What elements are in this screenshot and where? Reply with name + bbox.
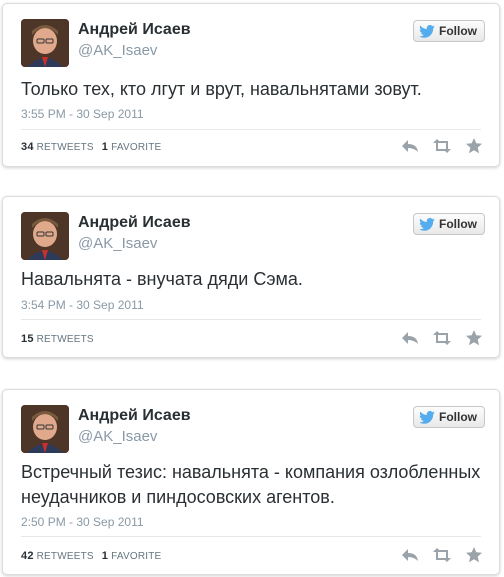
reply-icon[interactable] <box>401 138 419 154</box>
tweet-stats: 15 RETWEETS <box>21 333 94 345</box>
divider <box>21 319 481 320</box>
divider <box>21 129 481 130</box>
follow-button[interactable]: Follow <box>413 20 485 42</box>
tweet-stats: 34 RETWEETS 1 FAVORITE <box>21 141 161 153</box>
tweet-actions <box>401 547 483 563</box>
avatar[interactable] <box>21 405 69 453</box>
tweet-actions <box>401 138 483 154</box>
author-name[interactable]: Андрей Исаев <box>78 21 191 39</box>
tweet-card: Андрей Исаев @AK_Isaev Follow Только тех… <box>2 3 500 167</box>
tweet-stats: 42 RETWEETS 1 FAVORITE <box>21 550 161 562</box>
tweet-timestamp[interactable]: 2:50 PM - 30 Sep 2011 <box>21 515 144 529</box>
tweet-card: Андрей Исаев @AK_Isaev Follow Встречный … <box>2 389 500 575</box>
retweet-icon[interactable] <box>433 138 451 154</box>
author-handle[interactable]: @AK_Isaev <box>78 235 157 252</box>
reply-icon[interactable] <box>401 330 419 346</box>
tweet-card: Андрей Исаев @AK_Isaev Follow Навальнята… <box>2 196 500 358</box>
retweets-stat[interactable]: 34 RETWEETS <box>21 141 94 153</box>
author-handle[interactable]: @AK_Isaev <box>78 428 157 445</box>
retweet-icon[interactable] <box>433 547 451 563</box>
retweets-stat[interactable]: 42 RETWEETS <box>21 550 94 562</box>
twitter-bird-icon <box>419 410 435 424</box>
tweet-timestamp[interactable]: 3:55 PM - 30 Sep 2011 <box>21 107 144 121</box>
twitter-bird-icon <box>419 24 435 38</box>
divider <box>21 536 481 537</box>
author-name[interactable]: Андрей Исаев <box>78 214 191 232</box>
tweet-text: Только тех, кто лгут и врут, навальнятам… <box>21 79 422 99</box>
tweet-timestamp[interactable]: 3:54 PM - 30 Sep 2011 <box>21 298 144 312</box>
tweet-actions <box>401 330 483 346</box>
retweet-icon[interactable] <box>433 330 451 346</box>
reply-icon[interactable] <box>401 547 419 563</box>
star-icon[interactable] <box>465 547 483 563</box>
avatar[interactable] <box>21 19 69 67</box>
tweet-text: Навальнята - внучата дяди Сэма. <box>21 269 303 289</box>
follow-label: Follow <box>439 24 477 38</box>
author-handle[interactable]: @AK_Isaev <box>78 42 157 59</box>
star-icon[interactable] <box>465 138 483 154</box>
favorites-stat[interactable]: 1 FAVORITE <box>102 550 162 562</box>
avatar[interactable] <box>21 212 69 260</box>
star-icon[interactable] <box>465 330 483 346</box>
follow-label: Follow <box>439 410 477 424</box>
author-name[interactable]: Андрей Исаев <box>78 407 191 425</box>
favorites-stat[interactable]: 1 FAVORITE <box>102 141 162 153</box>
follow-label: Follow <box>439 217 477 231</box>
retweets-stat[interactable]: 15 RETWEETS <box>21 333 94 345</box>
twitter-bird-icon <box>419 217 435 231</box>
tweet-text: Встречный тезис: навальнята - компания о… <box>21 462 481 507</box>
follow-button[interactable]: Follow <box>413 406 485 428</box>
follow-button[interactable]: Follow <box>413 213 485 235</box>
